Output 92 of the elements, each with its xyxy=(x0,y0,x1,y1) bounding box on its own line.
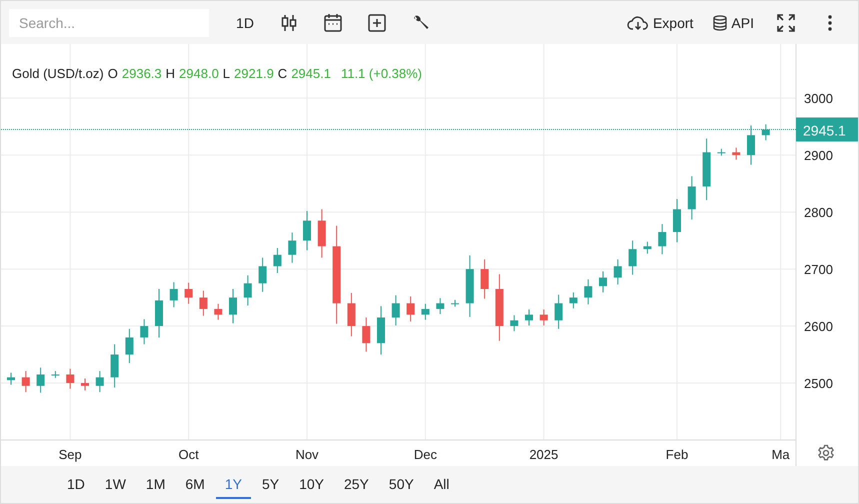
candlestick xyxy=(510,314,518,332)
x-axis-label: Ma xyxy=(772,447,790,462)
y-axis-label: 2700 xyxy=(804,262,833,278)
candlestick xyxy=(525,309,533,326)
candlestick xyxy=(673,198,681,243)
y-axis-label: 2800 xyxy=(804,205,833,220)
ohlc-label: C xyxy=(278,66,288,81)
candlestick xyxy=(688,176,696,220)
candlestick xyxy=(7,372,15,386)
candlestick xyxy=(554,294,563,330)
candlestick xyxy=(628,240,637,276)
range-tab[interactable]: 1D xyxy=(58,470,94,499)
candlestick xyxy=(155,288,163,338)
y-axis-label: 3000 xyxy=(804,91,833,106)
range-tab[interactable]: 10Y xyxy=(290,470,333,499)
candlestick xyxy=(495,274,504,342)
candlestick xyxy=(747,124,755,166)
candlestick xyxy=(347,292,356,337)
x-axis-label: Dec xyxy=(414,447,437,462)
candlestick xyxy=(614,258,622,285)
x-axis-label: Nov xyxy=(295,447,319,462)
candlestick xyxy=(258,257,267,292)
candlestick xyxy=(170,282,178,308)
candlestick xyxy=(51,370,60,378)
export-button[interactable]: Export xyxy=(618,6,702,38)
candlestick xyxy=(569,292,578,309)
y-axis-label: 2900 xyxy=(804,148,833,164)
x-axis-label: 2025 xyxy=(529,447,558,462)
x-axis-label: Sep xyxy=(58,447,82,462)
candlestick xyxy=(406,296,415,322)
candlestick xyxy=(421,303,430,320)
settings-icon[interactable] xyxy=(818,444,834,460)
range-tab[interactable]: 5Y xyxy=(252,470,288,499)
price-change: 11.1 (+0.38%) xyxy=(340,66,422,81)
cloud-download-icon xyxy=(626,14,649,30)
candlestick xyxy=(392,294,400,326)
candlestick xyxy=(717,148,726,156)
candlestick xyxy=(318,208,326,258)
candlestick xyxy=(125,328,134,364)
candlestick xyxy=(303,210,311,251)
candlestick xyxy=(643,241,652,254)
candlestick xyxy=(199,290,208,316)
range-tab[interactable]: 50Y xyxy=(380,470,423,499)
candlestick xyxy=(36,367,45,394)
candlestick xyxy=(466,254,474,318)
range-tab[interactable]: 1Y xyxy=(216,470,251,499)
ohlc-label: L xyxy=(222,66,230,81)
candlestick xyxy=(702,138,711,201)
candlestick xyxy=(377,306,385,356)
ohlc-value: 2945.1 xyxy=(291,66,331,81)
candlestick xyxy=(288,232,296,264)
candlestick xyxy=(22,370,30,393)
candlestick xyxy=(96,370,104,393)
candlestick xyxy=(584,278,592,305)
range-tab[interactable]: 1W xyxy=(96,470,135,499)
x-axis-label: Oct xyxy=(178,447,199,462)
candlestick xyxy=(229,288,237,324)
ohlc-label: O xyxy=(108,66,118,81)
search-field[interactable]: Search... xyxy=(9,8,209,36)
candlestick xyxy=(244,274,252,306)
candlestick xyxy=(451,299,459,308)
database-icon xyxy=(713,14,728,30)
candlestick xyxy=(184,282,193,304)
interval-button[interactable]: 1D xyxy=(225,6,265,38)
candlestick xyxy=(732,147,740,160)
candlestick xyxy=(540,309,548,326)
ohlc-label: H xyxy=(166,66,176,81)
ohlc-value: 2936.3 xyxy=(122,66,162,81)
candlestick xyxy=(762,124,770,141)
candlestick xyxy=(214,303,222,320)
x-axis-label: Feb xyxy=(666,447,688,462)
candlestick xyxy=(273,247,282,274)
candlestick xyxy=(66,368,74,390)
candlestick xyxy=(436,298,444,315)
range-tab[interactable]: All xyxy=(424,470,458,499)
last-price-label: 2945.1 xyxy=(796,117,858,142)
candlestick xyxy=(140,318,148,345)
candlestick xyxy=(480,258,489,300)
candlestick xyxy=(599,270,607,293)
range-tab[interactable]: 6M xyxy=(176,470,214,499)
y-axis-label: 2500 xyxy=(804,376,833,392)
candlestick xyxy=(81,378,89,391)
range-tab[interactable]: 25Y xyxy=(334,470,378,499)
ohlc-value: 2948.0 xyxy=(179,66,219,81)
symbol-name: Gold (USD/t.oz) xyxy=(12,66,104,81)
candlestick xyxy=(110,344,119,388)
candlestick xyxy=(362,317,370,352)
ohlc-value: 2921.9 xyxy=(234,66,274,81)
y-axis-label: 2600 xyxy=(804,319,833,334)
api-button[interactable]: API xyxy=(705,6,762,38)
range-tab[interactable]: 1M xyxy=(136,470,174,499)
candlestick xyxy=(658,224,666,255)
